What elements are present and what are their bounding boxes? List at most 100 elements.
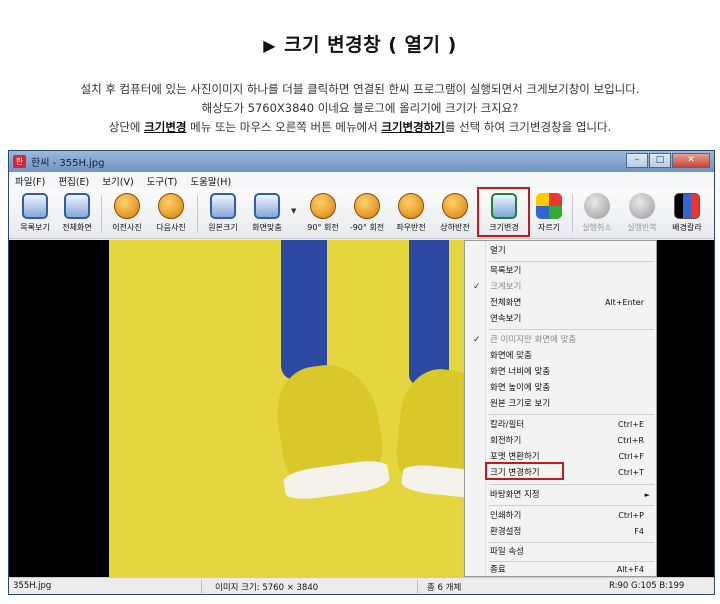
context-item-settings[interactable]: 환경설정 F4	[465, 524, 656, 540]
status-image-size: 이미지 크기: 5760 × 3840	[215, 583, 319, 593]
context-item-full-screen[interactable]: 전체화면 Alt+Enter	[465, 295, 656, 311]
menu-view[interactable]: 보기(V)	[102, 174, 133, 188]
status-separator	[201, 580, 202, 593]
toolbar-label: 배경칼라	[672, 223, 702, 232]
desc-text: 상단에	[108, 120, 145, 134]
context-item-large-view[interactable]: ✓ 크게보기	[465, 279, 656, 295]
context-item-rotate[interactable]: 회전하기 Ctrl+R	[465, 433, 656, 449]
shortcut: Alt+Enter	[604, 298, 644, 307]
context-item-slideshow[interactable]: 연속보기	[465, 311, 656, 327]
description-line-3: 상단에 크기변경 메뉴 또는 마우스 오른쪽 버튼 메뉴에서 크기변경하기를 선…	[0, 118, 720, 137]
menu-separator	[489, 261, 654, 262]
full-screen-button[interactable]: 전체화면	[55, 192, 99, 236]
menu-help[interactable]: 도움말(H)	[190, 174, 231, 188]
redo-icon	[629, 193, 655, 219]
monitor-icon	[254, 193, 280, 219]
context-item-file-properties[interactable]: 파일 속성	[465, 544, 656, 560]
context-label: 회전하기	[490, 436, 522, 446]
context-label: 원본 크기로 보기	[490, 399, 551, 409]
desc-emphasis-resize-action: 크기변경하기	[381, 120, 445, 134]
context-item-open[interactable]: 열기	[465, 243, 656, 259]
heading-title: 크기 변경창 ( 열기 )	[284, 34, 457, 56]
context-item-fit-width[interactable]: 화면 너비에 맞춤	[465, 364, 656, 380]
status-bar: 355H.jpg 이미지 크기: 5760 × 3840 총 6 개체 R:90…	[9, 577, 714, 594]
context-item-exit[interactable]: 종료 Alt+F4	[465, 562, 656, 578]
context-label: 목록보기	[490, 266, 522, 276]
shortcut: Ctrl+P	[618, 511, 644, 520]
monitor-icon	[64, 193, 90, 219]
menu-separator	[489, 505, 654, 506]
shortcut: Ctrl+F	[618, 452, 644, 461]
context-label: 인쇄하기	[490, 511, 522, 521]
flip-vertical-button[interactable]: 상하반전	[433, 192, 477, 236]
toolbar-label: 상하반전	[440, 223, 470, 232]
next-photo-button[interactable]: 다음사진	[149, 192, 193, 236]
context-label: 화면 높이에 맞춤	[490, 383, 551, 393]
context-label: 칼라/필터	[490, 420, 525, 430]
description-line-1: 설치 후 컴퓨터에 있는 사진이미지 하나를 더블 클릭하면 연결된 한씨 프로…	[80, 82, 640, 96]
context-item-fit-height[interactable]: 화면 높이에 맞춤	[465, 380, 656, 396]
maximize-button[interactable]: □	[649, 153, 671, 168]
context-item-color-filter[interactable]: 칼라/필터 Ctrl+E	[465, 417, 656, 433]
context-label: 포맷 변환하기	[490, 452, 540, 462]
menu-separator	[489, 329, 654, 330]
undo-button[interactable]: 실행취소	[575, 192, 619, 236]
close-button[interactable]: ✕	[672, 153, 710, 168]
crop-button[interactable]: 자르기	[527, 192, 571, 236]
triangle-marker-icon: ▶	[263, 36, 277, 55]
context-label: 전체화면	[490, 298, 522, 308]
fit-screen-button[interactable]: 화면맞춤	[245, 192, 289, 236]
context-label: 화면 너비에 맞춤	[490, 367, 551, 377]
shortcut: Alt+F4	[616, 565, 644, 574]
chevron-down-icon[interactable]: ▼	[291, 207, 296, 215]
app-logo-icon: 한	[13, 155, 26, 168]
menu-tools[interactable]: 도구(T)	[147, 174, 178, 188]
context-label: 크게보기	[490, 282, 522, 292]
window-controls: – □ ✕	[626, 153, 710, 168]
context-item-print[interactable]: 인쇄하기 Ctrl+P	[465, 508, 656, 524]
context-label: 파일 속성	[490, 547, 524, 557]
photo	[109, 240, 501, 577]
context-label: 환경설정	[490, 527, 522, 537]
description-line-2: 해상도가 5760X3840 이네요 블로그에 올리기에 크기가 크지요?	[201, 101, 519, 115]
monitor-icon	[210, 193, 236, 219]
check-icon: ✓	[473, 282, 481, 292]
title-bar[interactable]: 한 한씨 - 355H.jpg – □ ✕	[9, 151, 714, 172]
redo-button[interactable]: 실행반복	[620, 192, 664, 236]
status-filename: 355H.jpg	[13, 581, 52, 591]
shortcut: Ctrl+E	[618, 420, 644, 429]
toolbar-label: 전체화면	[62, 223, 92, 232]
monitor-icon	[22, 193, 48, 219]
bg-color-button[interactable]: 배경칼라	[665, 192, 709, 236]
context-item-fit-large-only[interactable]: ✓ 큰 이미지만 화면에 맞춤	[465, 332, 656, 348]
page-heading: ▶ 크기 변경창 ( 열기 )	[0, 30, 720, 57]
menu-separator	[489, 414, 654, 415]
status-separator	[417, 580, 418, 593]
menu-bar: 파일(F) 편집(E) 보기(V) 도구(T) 도움말(H)	[9, 172, 714, 189]
context-label: 연속보기	[490, 314, 522, 324]
window-title: 한씨 - 355H.jpg	[31, 158, 105, 169]
toolbar-label: 화면맞춤	[252, 223, 282, 232]
context-label: 큰 이미지만 화면에 맞춤	[490, 335, 577, 345]
rotate-cw-icon	[310, 193, 336, 219]
menu-file[interactable]: 파일(F)	[15, 174, 45, 188]
context-menu: 열기 목록보기 ✓ 크게보기 전체화면 Alt+Enter 연속보기 ✓ 큰 이미지만…	[464, 240, 657, 577]
context-item-list-view[interactable]: 목록보기	[465, 263, 656, 279]
context-item-set-wallpaper[interactable]: 바탕화면 지정 ►	[465, 487, 656, 503]
photo-leg-right	[409, 240, 449, 385]
minimize-button[interactable]: –	[626, 153, 648, 168]
shortcut: Ctrl+T	[618, 468, 644, 477]
context-label: 바탕화면 지정	[490, 490, 540, 500]
context-item-fit-screen[interactable]: 화면에 맞춤	[465, 348, 656, 364]
flip-h-icon	[398, 193, 424, 219]
shortcut: Ctrl+R	[617, 436, 645, 445]
context-item-original-size[interactable]: 원본 크기로 보기	[465, 396, 656, 412]
undo-icon	[584, 193, 610, 219]
status-count: 총 6 개체	[427, 583, 462, 593]
image-viewer[interactable]: 열기 목록보기 ✓ 크게보기 전체화면 Alt+Enter 연속보기 ✓ 큰 이미지만…	[9, 240, 714, 577]
context-label: 열기	[490, 246, 506, 256]
menu-edit[interactable]: 편집(E)	[58, 174, 89, 188]
check-icon: ✓	[473, 335, 481, 345]
flip-v-icon	[442, 193, 468, 219]
arrow-right-icon	[158, 193, 184, 219]
